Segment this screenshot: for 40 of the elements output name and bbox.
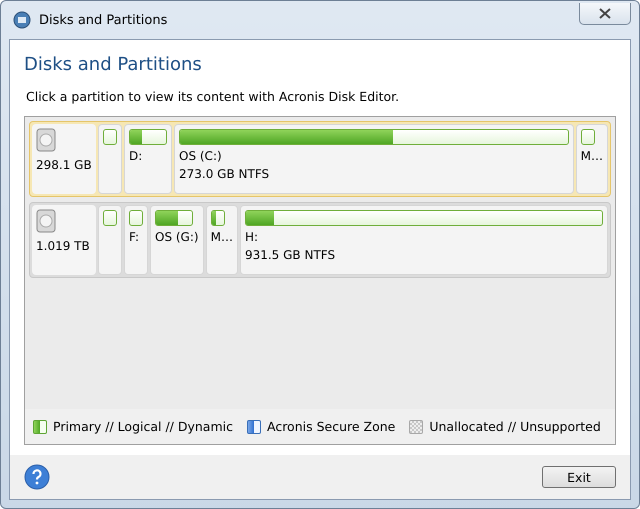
partition-label: H: (244, 230, 260, 244)
partition[interactable]: M… (576, 124, 608, 194)
partition[interactable]: D: (124, 124, 172, 194)
legend-label: Primary // Logical // Dynamic (53, 419, 233, 434)
partition[interactable] (98, 205, 122, 275)
disk-info[interactable]: 1.019 TB (32, 205, 96, 275)
legend-swatch (33, 420, 47, 434)
partition[interactable]: H: 931.5 GB NTFS (240, 205, 608, 275)
partition-info: 273.0 GB NTFS (179, 167, 270, 181)
hard-drive-icon (36, 209, 56, 233)
partition[interactable] (98, 124, 122, 194)
instruction-text: Click a partition to view its content with Acronis Disk Editor. (26, 89, 400, 104)
legend-swatch (246, 420, 261, 434)
disk-row[interactable]: 298.1 GB D: OS (C:) 273.0 GB NTFS M… (29, 121, 611, 197)
partition[interactable]: F: (124, 205, 148, 275)
legend-swatch (409, 420, 424, 434)
close-icon (599, 8, 611, 19)
dialog-heading: Disks and Partitions (24, 54, 203, 75)
partition-label: OS (C:) (179, 149, 223, 163)
help-icon[interactable] (24, 464, 50, 490)
partition-label: M… (580, 149, 603, 163)
partition[interactable]: OS (C:) 273.0 GB NTFS (174, 124, 574, 194)
disk-row[interactable]: 1.019 TB F: OS (G:) M… H: 931.5 GB NTFS (29, 202, 611, 278)
partition[interactable]: M… (206, 205, 238, 275)
legend-label: Unallocated // Unsupported (429, 419, 601, 434)
disk-icon (13, 11, 31, 29)
partition[interactable]: OS (G:) (150, 205, 204, 275)
disk-info[interactable]: 298.1 GB (32, 124, 96, 194)
exit-button[interactable]: Exit (542, 466, 616, 488)
close-button[interactable] (579, 3, 631, 25)
partition-label: D: (129, 149, 144, 163)
legend-label: Acronis Secure Zone (266, 419, 396, 434)
disk-size: 1.019 TB (36, 239, 91, 253)
partition-info: 931.5 GB NTFS (244, 248, 336, 262)
disk-size: 298.1 GB (36, 158, 92, 172)
window-title: Disks and Partitions (39, 12, 168, 28)
hard-drive-icon (36, 128, 56, 152)
partition-label: F: (129, 230, 140, 244)
partition-label: M… (210, 230, 233, 244)
partition-label: OS (G:) (155, 230, 199, 244)
